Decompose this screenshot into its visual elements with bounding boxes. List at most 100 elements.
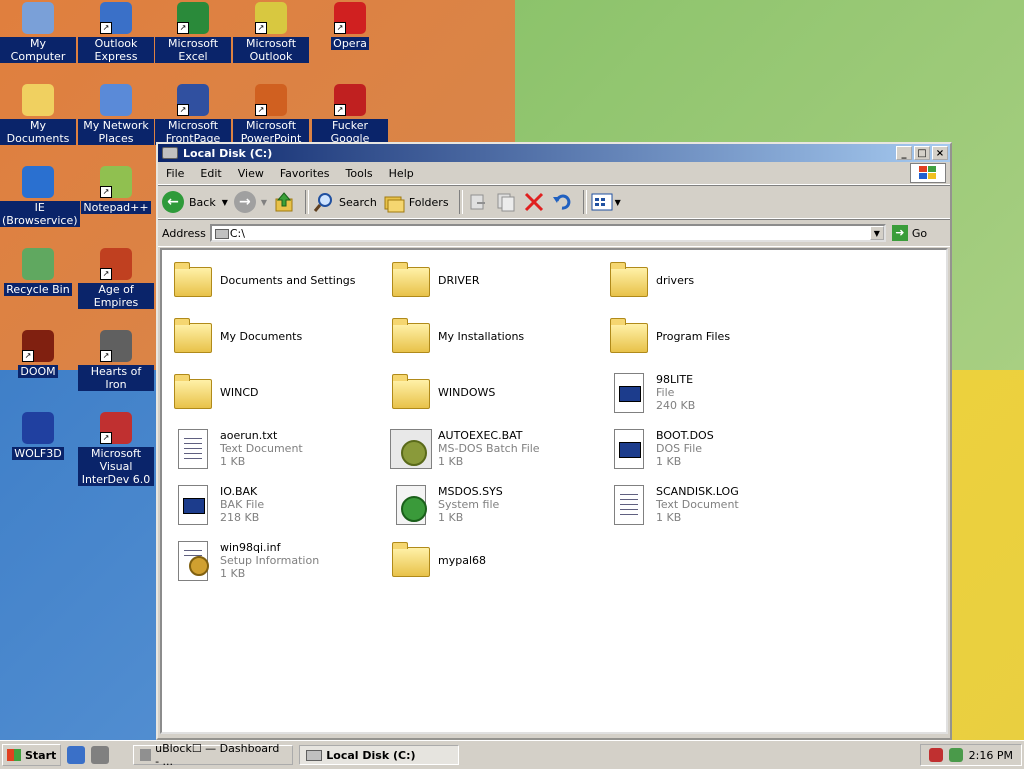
folder-item[interactable]: drivers	[608, 256, 818, 304]
minimize-button[interactable]: _	[896, 146, 912, 160]
file-text: win98qi.inf Setup Information 1 KB	[220, 541, 319, 580]
close-button[interactable]: ×	[932, 146, 948, 160]
folder-item[interactable]: My Documents	[172, 312, 382, 360]
file-text: SCANDISK.LOG Text Document 1 KB	[656, 485, 739, 524]
file-item[interactable]: 98LITE File 240 KB	[608, 368, 818, 416]
delete-x-icon	[524, 192, 543, 212]
desktop-icon-my-network-places[interactable]: My Network Places	[78, 84, 154, 145]
file-item[interactable]: win98qi.inf Setup Information 1 KB	[172, 536, 382, 584]
folder-icon	[172, 315, 212, 357]
file-text: mypal68	[438, 554, 486, 567]
desktop-icon-label: Age of Empires	[78, 283, 154, 309]
copy-to-button[interactable]	[495, 191, 517, 213]
folders-button[interactable]: Folders	[383, 191, 449, 213]
desktop-icon-notepad-plus-plus[interactable]: ↗ Notepad++	[78, 166, 154, 214]
menu-edit[interactable]: Edit	[192, 167, 229, 180]
quicklaunch-ie-icon[interactable]	[67, 746, 86, 764]
desktop-icon-label: IE (Browservice)	[0, 201, 80, 227]
desktop-icon-wolf3d[interactable]: WOLF3D	[0, 412, 76, 460]
file-name: drivers	[656, 273, 695, 287]
folder-item[interactable]: mypal68	[390, 536, 600, 584]
search-button[interactable]: Search	[313, 191, 377, 213]
outlook-express-icon: ↗	[100, 2, 132, 34]
file-item[interactable]: SCANDISK.LOG Text Document 1 KB	[608, 480, 818, 528]
file-item[interactable]: MSDOS.SYS System file 1 KB	[390, 480, 600, 528]
folder-icon	[390, 315, 430, 357]
go-arrow-icon: ➜	[891, 225, 908, 241]
folder-item[interactable]: WINDOWS	[390, 368, 600, 416]
shortcut-arrow-icon: ↗	[255, 104, 267, 116]
address-dropdown-icon[interactable]: ▼	[869, 226, 884, 240]
search-icon	[313, 193, 333, 212]
folder-item[interactable]: Program Files	[608, 312, 818, 360]
desktop-icon-microsoft-excel[interactable]: ↗ Microsoft Excel	[155, 2, 231, 63]
back-dropdown-icon[interactable]: ▼	[222, 198, 228, 207]
folder-item[interactable]: DRIVER	[390, 256, 600, 304]
file-list[interactable]: Documents and Settings DRIVER drivers My Do…	[160, 248, 948, 734]
desktop-icon-hearts-of-iron[interactable]: ↗ Hearts of Iron	[78, 330, 154, 391]
menu-view[interactable]: View	[230, 167, 272, 180]
views-button[interactable]: ▼	[591, 193, 621, 211]
menu-favorites[interactable]: Favorites	[272, 167, 338, 180]
explorer-window[interactable]: Local Disk (C:) _ □ × File Edit View Fav…	[156, 142, 952, 740]
title-bar[interactable]: Local Disk (C:) _ □ ×	[158, 144, 950, 162]
forward-dropdown-icon[interactable]: ▼	[261, 198, 267, 207]
desktop-icon-recycle-bin[interactable]: Recycle Bin	[0, 248, 76, 296]
folder-item[interactable]: WINCD	[172, 368, 382, 416]
toolbar-separator	[458, 190, 463, 214]
undo-button[interactable]	[551, 191, 573, 213]
desktop-icon-my-computer[interactable]: My Computer	[0, 2, 76, 63]
menu-tools[interactable]: Tools	[338, 167, 381, 180]
delete-button[interactable]	[523, 191, 545, 213]
desktop-icon-my-documents[interactable]: My Documents	[0, 84, 76, 145]
menu-file[interactable]: File	[158, 167, 192, 180]
file-text: Program Files	[656, 330, 730, 343]
folder-item[interactable]: Documents and Settings	[172, 256, 382, 304]
folder-icon	[172, 371, 212, 413]
desktop-icon-microsoft-frontpage[interactable]: ↗ Microsoft FrontPage	[155, 84, 231, 145]
file-item[interactable]: aoerun.txt Text Document 1 KB	[172, 424, 382, 472]
desktop-icon-age-of-empires[interactable]: ↗ Age of Empires	[78, 248, 154, 309]
shortcut-arrow-icon: ↗	[100, 268, 112, 280]
file-item[interactable]: AUTOEXEC.BAT MS-DOS Batch File 1 KB	[390, 424, 600, 472]
maximize-button[interactable]: □	[914, 146, 930, 160]
desktop-icon-outlook-express[interactable]: ↗ Outlook Express	[78, 2, 154, 63]
clock[interactable]: 2:16 PM	[969, 749, 1013, 762]
system-tray: 2:16 PM	[919, 744, 1022, 766]
go-button[interactable]: ➜ Go	[891, 225, 927, 241]
desktop-icon-doom[interactable]: ↗ DOOM	[0, 330, 76, 378]
move-to-icon	[470, 194, 485, 210]
desktop-icon-microsoft-powerpoint[interactable]: ↗ Microsoft PowerPoint	[233, 84, 309, 145]
back-button[interactable]: ← Back ▼	[162, 191, 228, 213]
shortcut-arrow-icon: ↗	[255, 22, 267, 34]
desktop-icon-opera[interactable]: ↗ Opera	[312, 2, 388, 50]
desktop-icon-visual-interdev[interactable]: ↗ Microsoft Visual InterDev 6.0	[78, 412, 154, 486]
address-input[interactable]: C:\ ▼	[209, 224, 886, 242]
menu-bar: File Edit View Favorites Tools Help	[158, 162, 950, 185]
file-name: My Installations	[438, 329, 525, 343]
file-item[interactable]: IO.BAK BAK File 218 KB	[172, 480, 382, 528]
up-folder-icon	[275, 192, 293, 212]
up-folder-button[interactable]	[273, 191, 295, 213]
file-type: File	[656, 385, 675, 399]
file-type: Text Document	[656, 497, 739, 511]
desktop-icon-microsoft-outlook[interactable]: ↗ Microsoft Outlook	[233, 2, 309, 63]
desktop-icon-ie-browservice[interactable]: IE (Browservice)	[0, 166, 80, 227]
folder-item[interactable]: My Installations	[390, 312, 600, 360]
views-dropdown-icon[interactable]: ▼	[615, 198, 621, 207]
file-size: 1 KB	[438, 454, 464, 468]
menu-help[interactable]: Help	[381, 167, 422, 180]
start-button[interactable]: Start	[2, 744, 62, 766]
network-icon[interactable]	[948, 748, 963, 762]
task-local-disk[interactable]: Local Disk (C:)	[299, 745, 460, 765]
antivirus-shield-icon[interactable]	[928, 748, 943, 762]
task-ublock-dashboard[interactable]: uBlock☐ — Dashboard - ...	[133, 742, 294, 768]
file-name: mypal68	[438, 553, 487, 567]
quicklaunch-settings-icon[interactable]	[91, 746, 110, 764]
microsoft-powerpoint-icon: ↗	[255, 84, 287, 116]
file-text: BOOT.DOS DOS File 1 KB	[656, 429, 714, 468]
move-to-button[interactable]	[467, 191, 489, 213]
windows-flag-icon	[910, 163, 946, 183]
forward-button[interactable]: → ▼	[233, 191, 267, 213]
file-item[interactable]: BOOT.DOS DOS File 1 KB	[608, 424, 818, 472]
